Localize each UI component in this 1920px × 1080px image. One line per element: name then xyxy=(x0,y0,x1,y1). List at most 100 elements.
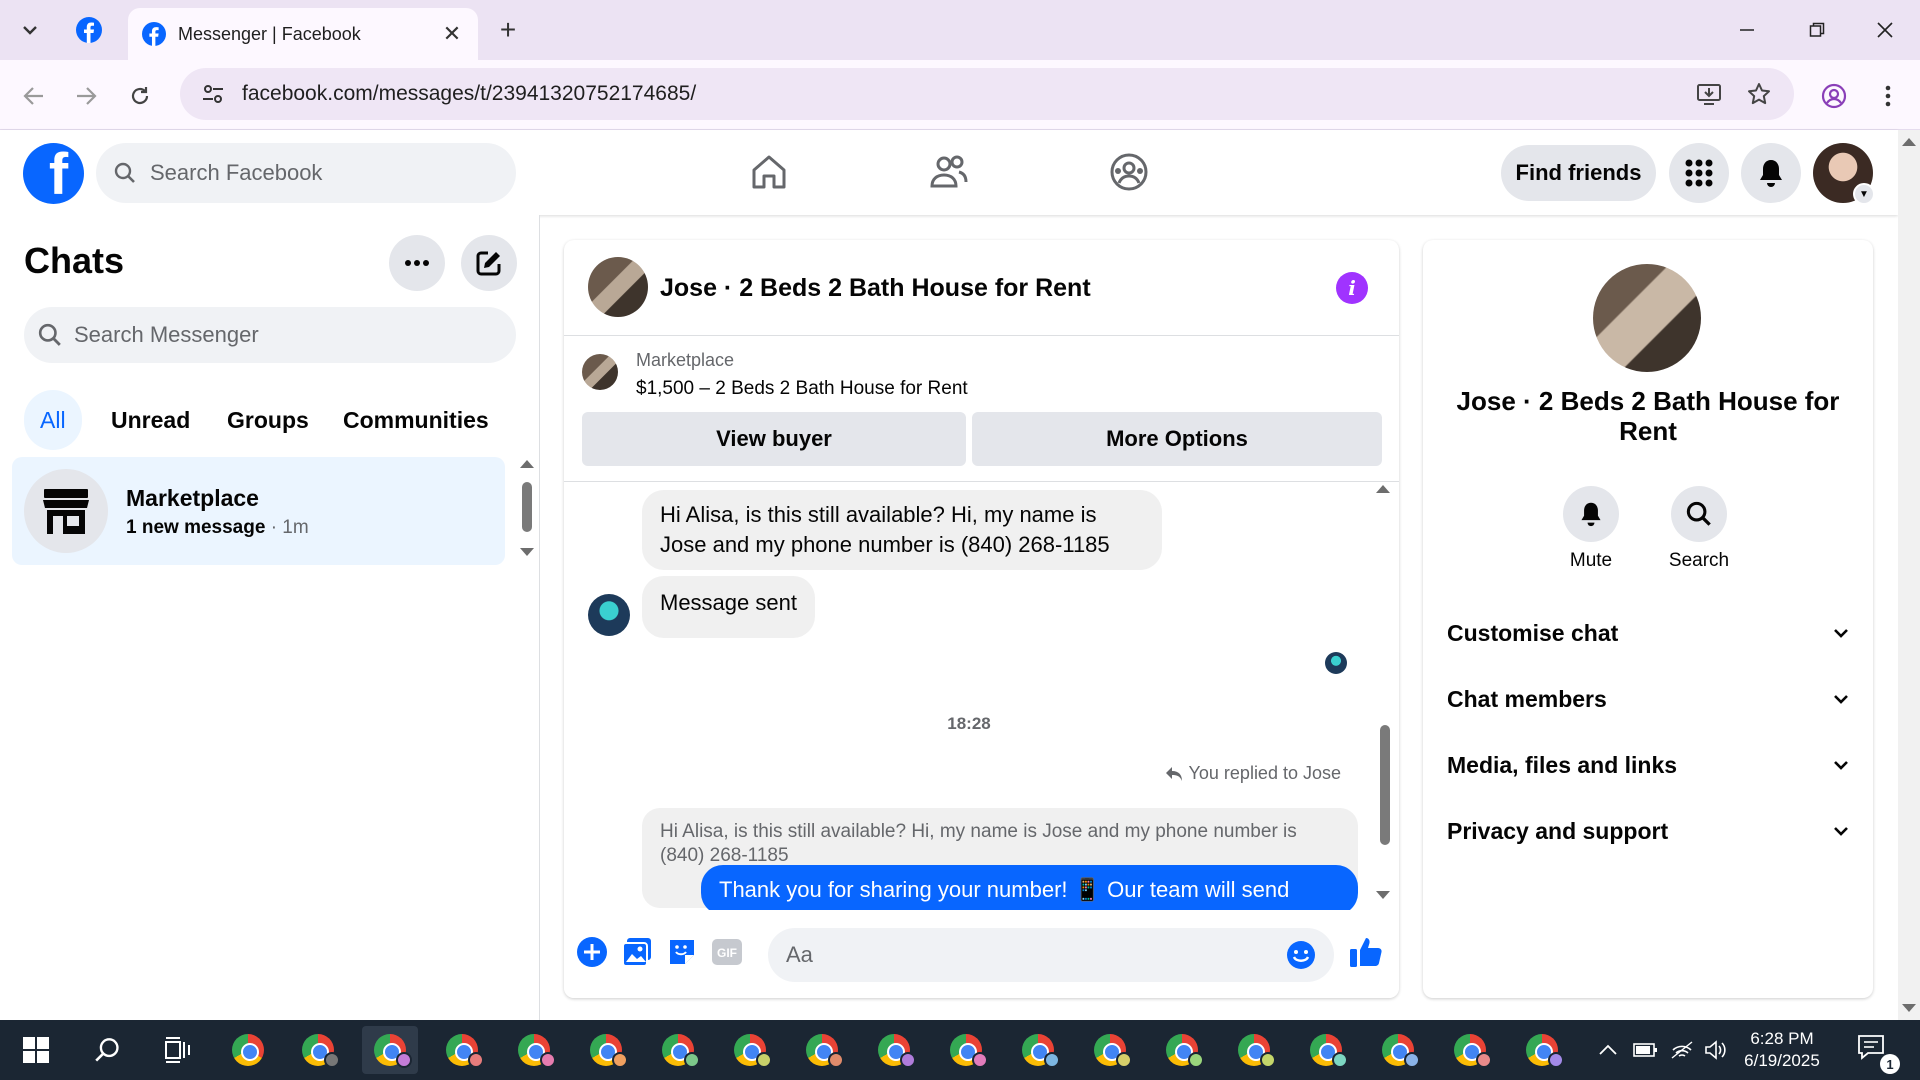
attach-media-button[interactable] xyxy=(619,934,655,970)
minimize-button[interactable] xyxy=(1722,10,1772,50)
volume-button[interactable] xyxy=(1704,1020,1728,1080)
filter-groups[interactable]: Groups xyxy=(211,390,325,450)
taskbar-chrome-profile[interactable] xyxy=(1298,1026,1354,1074)
menu-button[interactable] xyxy=(1669,143,1729,203)
conversation-title[interactable]: Jose · 2 Beds 2 Bath House for Rent xyxy=(660,274,1091,303)
profile-badge-icon xyxy=(1044,1052,1060,1068)
forward-button[interactable] xyxy=(66,76,106,116)
incoming-message[interactable]: Message sent xyxy=(642,576,815,638)
site-info-icon[interactable] xyxy=(198,79,228,109)
address-bar[interactable]: facebook.com/messages/t/2394132075217468… xyxy=(180,68,1794,120)
section-privacy-support[interactable]: Privacy and support xyxy=(1447,806,1849,856)
find-friends-button[interactable]: Find friends xyxy=(1501,145,1656,201)
pinned-tab-facebook[interactable] xyxy=(68,10,110,50)
profile-button[interactable] xyxy=(1814,78,1854,114)
listing-thumbnail[interactable] xyxy=(582,354,618,390)
sender-avatar[interactable] xyxy=(588,594,630,636)
nav-home[interactable] xyxy=(744,147,794,197)
facebook-logo[interactable]: f xyxy=(23,143,84,204)
chat-item-marketplace[interactable]: Marketplace 1 new message · 1m xyxy=(12,457,505,565)
section-customise-chat[interactable]: Customise chat xyxy=(1447,608,1849,658)
mute-button[interactable]: Mute xyxy=(1541,486,1641,572)
sticker-button[interactable] xyxy=(664,934,700,970)
chat-info-avatar[interactable] xyxy=(1593,264,1701,372)
messenger-search-input[interactable]: Search Messenger xyxy=(24,307,516,363)
network-button[interactable] xyxy=(1670,1020,1694,1080)
search-in-chat-button[interactable]: Search xyxy=(1649,486,1749,572)
restore-button[interactable] xyxy=(1792,10,1842,50)
taskbar-chrome-profile[interactable] xyxy=(434,1026,490,1074)
conversation-avatar[interactable] xyxy=(588,257,648,317)
taskbar-chrome-profile[interactable] xyxy=(1226,1026,1282,1074)
message-input[interactable]: Aa xyxy=(768,928,1334,982)
new-message-button[interactable] xyxy=(461,235,517,291)
scroll-down-icon[interactable] xyxy=(1376,891,1390,899)
conversation-scrollbar[interactable] xyxy=(1374,485,1394,905)
groups-icon xyxy=(1110,153,1148,191)
taskbar-chrome-profile[interactable] xyxy=(938,1026,994,1074)
section-chat-members[interactable]: Chat members xyxy=(1447,674,1849,724)
tab-search-button[interactable] xyxy=(10,12,50,48)
taskbar-chrome-profile[interactable] xyxy=(1010,1026,1066,1074)
taskbar-chrome-profile[interactable] xyxy=(794,1026,850,1074)
taskbar-chrome-profile[interactable] xyxy=(1442,1026,1498,1074)
close-window-button[interactable] xyxy=(1860,10,1910,50)
scroll-up-icon[interactable] xyxy=(1902,138,1916,146)
scroll-down-icon[interactable] xyxy=(520,548,534,556)
reload-button[interactable] xyxy=(120,76,160,116)
url-text: facebook.com/messages/t/2394132075217468… xyxy=(242,82,697,105)
more-options-button[interactable]: More Options xyxy=(972,412,1382,466)
filter-all[interactable]: All xyxy=(24,390,82,450)
taskbar-chrome-profile[interactable] xyxy=(650,1026,706,1074)
taskbar-search-button[interactable] xyxy=(80,1026,136,1074)
filter-unread[interactable]: Unread xyxy=(95,390,206,450)
listing-title[interactable]: $1,500 – 2 Beds 2 Bath House for Rent xyxy=(636,378,968,400)
scroll-up-icon[interactable] xyxy=(520,460,534,468)
page-scrollbar[interactable] xyxy=(1898,130,1920,1020)
nav-groups[interactable] xyxy=(1104,147,1154,197)
back-button[interactable] xyxy=(14,76,54,116)
scrollbar-thumb[interactable] xyxy=(1380,725,1390,845)
taskbar-chrome-profile[interactable] xyxy=(1154,1026,1210,1074)
gif-button[interactable]: GIF xyxy=(709,934,745,970)
incoming-message[interactable]: Hi Alisa, is this still available? Hi, m… xyxy=(642,490,1162,570)
browser-menu-button[interactable] xyxy=(1868,78,1908,114)
battery-button[interactable] xyxy=(1632,1020,1658,1080)
more-actions-button[interactable] xyxy=(574,934,610,970)
scrollbar-thumb[interactable] xyxy=(522,482,532,532)
nav-friends[interactable] xyxy=(924,147,974,197)
task-view-button[interactable] xyxy=(150,1026,206,1074)
taskbar-chrome-profile[interactable] xyxy=(362,1026,418,1074)
chat-options-button[interactable] xyxy=(389,235,445,291)
taskbar-chrome-profile[interactable] xyxy=(290,1026,346,1074)
taskbar-chrome-profile[interactable] xyxy=(1370,1026,1426,1074)
close-tab-icon[interactable]: ✕ xyxy=(440,21,464,47)
info-icon[interactable]: i xyxy=(1336,272,1368,304)
filter-communities[interactable]: Communities xyxy=(327,390,505,450)
taskbar-chrome-profile[interactable] xyxy=(506,1026,562,1074)
scroll-down-icon[interactable] xyxy=(1902,1004,1916,1012)
taskbar-chrome-profile[interactable] xyxy=(578,1026,634,1074)
chat-list-scrollbar[interactable] xyxy=(518,460,538,560)
account-chevron-icon[interactable]: ▼ xyxy=(1853,183,1875,205)
bookmark-button[interactable] xyxy=(1742,77,1776,111)
new-tab-button[interactable]: + xyxy=(490,12,526,48)
install-app-button[interactable] xyxy=(1692,77,1726,111)
show-hidden-icons-button[interactable] xyxy=(1598,1020,1618,1080)
taskbar-clock[interactable]: 6:28 PM 6/19/2025 xyxy=(1728,1028,1836,1072)
taskbar-chrome[interactable] xyxy=(220,1026,276,1074)
taskbar-chrome-profile[interactable] xyxy=(866,1026,922,1074)
tab-messenger[interactable]: Messenger | Facebook ✕ xyxy=(128,8,478,60)
taskbar-chrome-profile[interactable] xyxy=(722,1026,778,1074)
taskbar-chrome-profile[interactable] xyxy=(1514,1026,1570,1074)
taskbar-chrome-profile[interactable] xyxy=(1082,1026,1138,1074)
notifications-button[interactable] xyxy=(1741,143,1801,203)
start-button[interactable] xyxy=(8,1026,64,1074)
emoji-icon[interactable] xyxy=(1286,940,1316,970)
like-button[interactable] xyxy=(1348,934,1384,970)
view-buyer-button[interactable]: View buyer xyxy=(582,412,966,466)
scroll-up-icon[interactable] xyxy=(1376,485,1390,493)
section-media-files-links[interactable]: Media, files and links xyxy=(1447,740,1849,790)
facebook-search-input[interactable]: Search Facebook xyxy=(96,143,516,203)
outgoing-message[interactable]: Thank you for sharing your number! 📱 Our… xyxy=(701,865,1358,910)
